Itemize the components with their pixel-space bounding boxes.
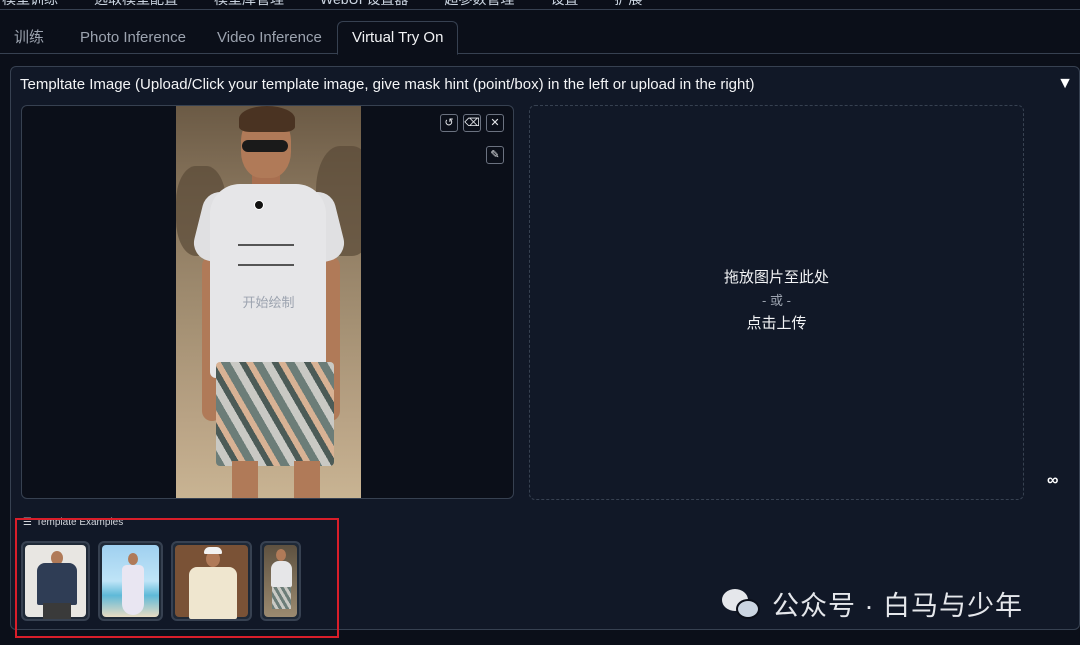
- eraser-icon[interactable]: ⌫: [463, 114, 481, 132]
- top-nav-item[interactable]: WebUI 设置器: [302, 0, 426, 9]
- tab-photo-inference[interactable]: Photo Inference: [66, 22, 200, 54]
- list-icon: ☰: [23, 517, 32, 528]
- thumbnail-figure-shirt: [37, 563, 77, 605]
- undo-icon[interactable]: ↺: [440, 114, 458, 132]
- thumbnail-figure-head: [128, 553, 138, 565]
- thumbnail-figure-legs: [43, 603, 71, 619]
- watermark-text: 公众号 · 白马与少年: [772, 591, 1023, 621]
- tab-bar: 训练 Photo Inference Video Inference Virtu…: [0, 18, 1080, 55]
- tshirt-print: [238, 244, 294, 266]
- person-hair: [239, 106, 295, 132]
- top-nav-item[interactable]: 超参数管理: [426, 0, 532, 9]
- mask-canvas[interactable]: 开始绘制 ↺ ⌫ ✕ ✎: [21, 105, 514, 499]
- panel-title[interactable]: Templtate Image (Upload/Click your templ…: [20, 76, 755, 93]
- collapse-icon[interactable]: ▼: [1057, 75, 1073, 93]
- watermark: 公众号 · 白马与少年: [722, 584, 1023, 623]
- person-sunglasses: [242, 140, 288, 152]
- mask-point-hint[interactable]: [254, 200, 264, 210]
- thumbnail-figure-shirt: [189, 567, 237, 619]
- upload-instructions: 拖放图片至此处 - 或 - 点击上传: [530, 266, 1023, 335]
- example-thumbnail[interactable]: [21, 541, 90, 621]
- top-nav-item[interactable]: 模型训练: [0, 0, 76, 9]
- upload-drop-text: 拖放图片至此处: [723, 269, 829, 286]
- example-thumbnail[interactable]: [171, 541, 252, 621]
- tab-video-inference[interactable]: Video Inference: [203, 22, 336, 54]
- top-nav-item[interactable]: 模型库管理: [196, 0, 302, 9]
- brush-icon[interactable]: ✎: [486, 146, 504, 164]
- thumbnail-figure-shorts: [272, 587, 291, 609]
- template-image-panel: Templtate Image (Upload/Click your templ…: [10, 66, 1080, 630]
- top-nav-item[interactable]: 扩展: [596, 0, 660, 9]
- tab-train[interactable]: 训练: [0, 22, 58, 54]
- draw-hint: 开始绘制: [242, 295, 295, 310]
- thumbnail-figure-head: [276, 549, 286, 561]
- thumbnail-figure-cap: [204, 547, 222, 554]
- examples-label-text: Template Examples: [35, 517, 124, 528]
- top-nav-item[interactable]: 设置: [532, 0, 596, 9]
- clear-icon[interactable]: ✕: [486, 114, 504, 132]
- upload-dropzone[interactable]: 拖放图片至此处 - 或 - 点击上传: [529, 105, 1024, 500]
- person-leg: [294, 461, 320, 498]
- top-nav-item[interactable]: 选取模型配置: [76, 0, 196, 9]
- infinity-icon[interactable]: ∞: [1047, 472, 1058, 490]
- example-thumbnail[interactable]: [260, 541, 301, 621]
- person-shorts: [216, 362, 334, 466]
- examples-label: ☰ Template Examples: [23, 517, 123, 528]
- person-leg: [232, 461, 258, 498]
- thumbnail-figure-shirt: [271, 561, 292, 587]
- upload-or-text: - 或 -: [762, 293, 791, 308]
- thumbnail-figure-dress: [122, 565, 144, 615]
- person-tshirt: [210, 184, 326, 378]
- top-navigation: 模型训练 选取模型配置 模型库管理 WebUI 设置器 超参数管理 设置 扩展: [0, 0, 1080, 10]
- tab-virtual-try-on[interactable]: Virtual Try On: [337, 21, 459, 55]
- wechat-icon: [722, 587, 762, 621]
- upload-click-text: 点击上传: [746, 315, 807, 332]
- example-thumbnail[interactable]: [98, 541, 163, 621]
